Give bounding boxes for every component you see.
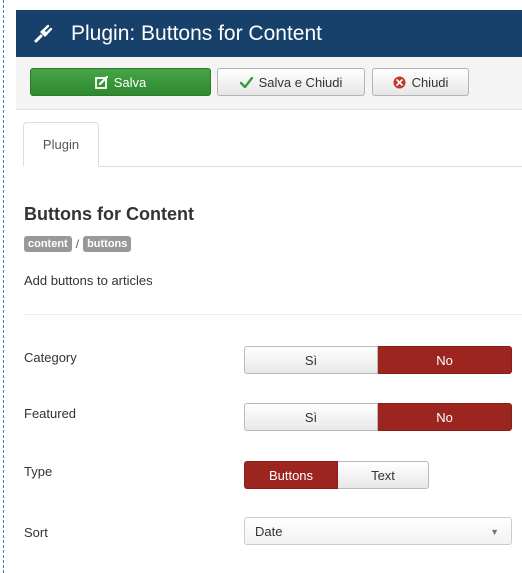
edit-icon bbox=[94, 75, 108, 89]
section-divider bbox=[23, 314, 522, 315]
page-header: Plugin: Buttons for Content bbox=[16, 10, 522, 57]
sort-selected-value: Date bbox=[255, 523, 283, 539]
plugin-name: Buttons for Content bbox=[24, 204, 194, 224]
plugin-description: Add buttons to articles bbox=[24, 273, 153, 288]
dropdown-caret-icon: ▼ bbox=[490, 527, 499, 537]
tab-plugin[interactable]: Plugin bbox=[23, 122, 99, 167]
type-label: Type bbox=[24, 464, 53, 479]
page-title: Plugin: Buttons for Content bbox=[71, 21, 322, 45]
category-option-no[interactable]: No bbox=[378, 346, 512, 374]
type-option-text[interactable]: Text bbox=[338, 461, 429, 489]
tag-separator: / bbox=[75, 237, 80, 251]
featured-option-no[interactable]: No bbox=[378, 403, 512, 431]
plug-icon bbox=[32, 23, 54, 45]
sort-label: Sort bbox=[24, 525, 48, 540]
close-button[interactable]: Chiudi bbox=[372, 68, 469, 96]
sort-select[interactable]: Date ▼ bbox=[244, 517, 512, 545]
featured-option-si[interactable]: Sì bbox=[244, 403, 378, 431]
save-button[interactable]: Salva bbox=[30, 68, 211, 96]
featured-toggle: Sì No bbox=[244, 403, 512, 431]
save-button-label: Salva bbox=[113, 74, 147, 90]
page-edge-dashed-line bbox=[3, 0, 4, 573]
type-option-buttons[interactable]: Buttons bbox=[244, 461, 338, 489]
plugin-tags: content / buttons bbox=[24, 236, 132, 252]
checkmark-icon bbox=[239, 76, 253, 88]
category-toggle: Sì No bbox=[244, 346, 512, 374]
type-toggle: Buttons Text bbox=[244, 461, 429, 489]
featured-label: Featured bbox=[24, 406, 77, 421]
close-button-label: Chiudi bbox=[411, 74, 449, 90]
tag-content: content bbox=[24, 236, 72, 252]
toolbar: Salva Salva e Chiudi Chiudi bbox=[16, 57, 522, 110]
close-circle-icon bbox=[393, 76, 406, 89]
category-label: Category bbox=[24, 350, 77, 365]
save-and-close-label: Salva e Chiudi bbox=[258, 74, 343, 90]
save-and-close-button[interactable]: Salva e Chiudi bbox=[217, 68, 365, 96]
tag-buttons: buttons bbox=[83, 236, 132, 252]
category-option-si[interactable]: Sì bbox=[244, 346, 378, 374]
